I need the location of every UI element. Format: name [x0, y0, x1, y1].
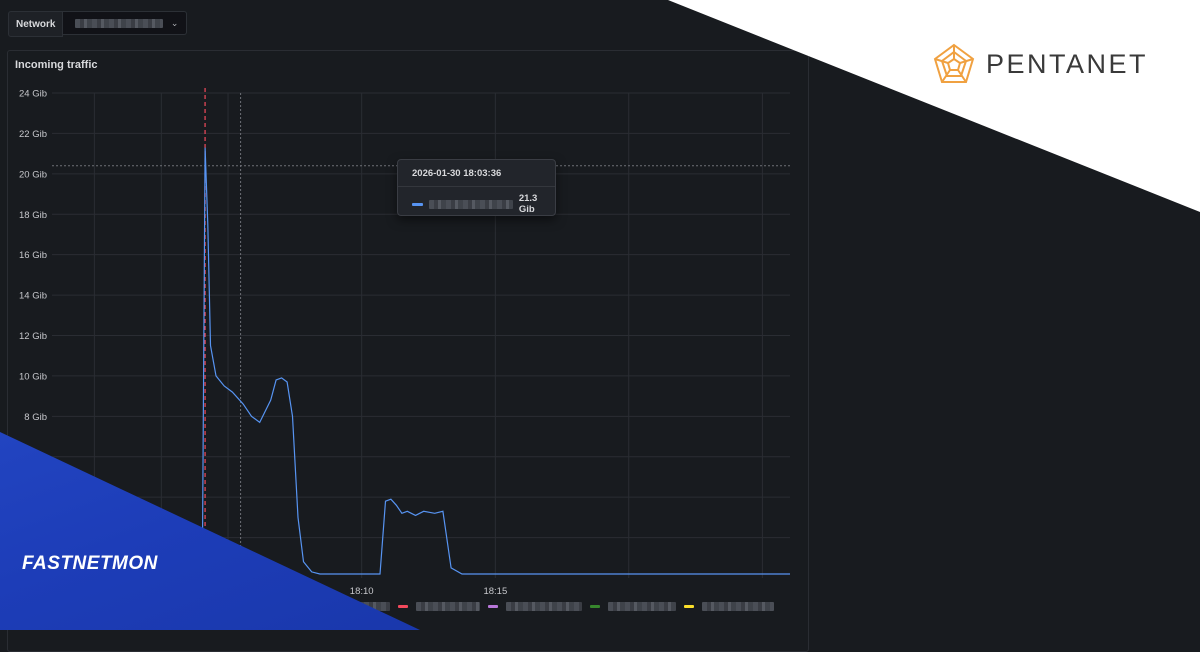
chart-legend — [330, 602, 774, 611]
chart-tooltip: 2026-01-30 18:03:36 21.3 Gib — [397, 159, 556, 216]
tooltip-time: 2026-01-30 18:03:36 — [412, 168, 502, 179]
pentanet-logo: PENTANET — [932, 42, 1148, 86]
fastnetmon-logo: FASTNETMON — [22, 553, 158, 575]
y-tick-label: 12 Gib — [19, 331, 47, 342]
x-tick-label: 18:15 — [483, 586, 507, 597]
legend-swatch — [488, 605, 498, 608]
pentanet-wordmark: PENTANET — [986, 48, 1149, 79]
legend-swatch — [398, 605, 408, 608]
tooltip-divider — [398, 186, 555, 187]
y-tick-label: 16 Gib — [19, 250, 47, 261]
y-tick-label: 20 Gib — [19, 169, 47, 180]
legend-item-redacted[interactable] — [702, 602, 774, 611]
legend-item-redacted[interactable] — [506, 602, 582, 611]
legend-swatch — [684, 605, 694, 608]
tooltip-series-row: 21.3 Gib — [412, 193, 555, 215]
tooltip-value: 21.3 Gib — [518, 193, 538, 215]
y-tick-label: 22 Gib — [19, 129, 47, 140]
y-tick-label: 18 Gib — [19, 210, 47, 221]
series-name-redacted — [428, 199, 513, 209]
y-tick-label: 24 Gib — [19, 89, 47, 100]
x-tick-label: 18:10 — [350, 586, 374, 597]
y-tick-label: 14 Gib — [19, 291, 47, 302]
legend-swatch — [590, 605, 600, 608]
series-color-swatch — [412, 202, 423, 206]
legend-item-redacted[interactable] — [608, 602, 676, 611]
pentagon-icon — [933, 43, 975, 83]
fastnetmon-wordmark: FASTNETMON — [22, 553, 158, 574]
legend-item-redacted[interactable] — [416, 602, 480, 611]
y-tick-label: 10 Gib — [19, 371, 47, 382]
y-tick-label: 8 Gib — [24, 412, 47, 423]
